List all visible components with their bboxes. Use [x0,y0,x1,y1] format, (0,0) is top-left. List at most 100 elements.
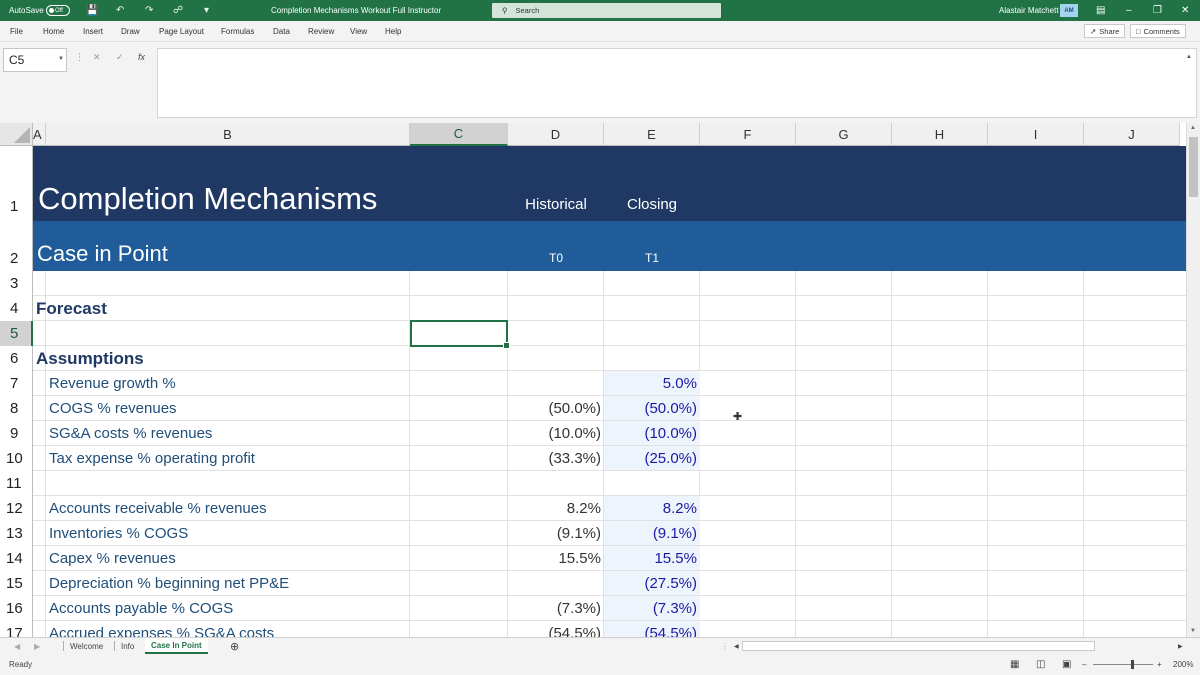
assumption-label[interactable]: SG&A costs % revenues [49,421,212,446]
historical-value[interactable]: 8.2% [508,496,601,521]
tab-view[interactable]: View [350,21,367,42]
row-header-4[interactable]: 4 [0,296,33,321]
ribbon-display-icon[interactable]: ▤ [1096,0,1105,21]
zoom-in-icon[interactable]: + [1157,654,1162,675]
column-header-f[interactable]: F [700,123,796,146]
select-all-corner[interactable] [0,123,33,146]
period-t0[interactable]: T0 [508,246,604,270]
column-header-i[interactable]: I [988,123,1084,146]
sheet-tab-info[interactable]: Info [115,638,140,654]
row-header-9[interactable]: 9 [0,421,33,446]
save-icon[interactable]: 💾 [86,0,98,21]
closing-value[interactable]: (50.0%) [604,396,700,420]
header-closing[interactable]: Closing [604,191,700,217]
worksheet-grid[interactable]: ABCDEFGHIJ 1 2 3 4 5 6 7 8 9 10 11 12 13 14 15 16 17 Com… [0,123,1200,637]
user-name[interactable]: Alastair Matchett [999,0,1059,21]
zoom-level[interactable]: 200% [1173,654,1193,675]
redo-icon[interactable]: ↷ [145,0,153,21]
column-header-j[interactable]: J [1084,123,1180,146]
historical-value[interactable]: (50.0%) [508,396,601,421]
close-icon[interactable]: ✕ [1181,0,1189,21]
tab-page-layout[interactable]: Page Layout [159,21,204,42]
historical-value[interactable]: (7.3%) [508,596,601,621]
closing-value[interactable]: (10.0%) [604,421,700,445]
more-options-icon[interactable]: ⋮ [75,52,84,63]
assumption-label[interactable]: COGS % revenues [49,396,177,421]
vertical-scroll-thumb[interactable] [1189,137,1198,197]
row-header-8[interactable]: 8 [0,396,33,421]
share-button[interactable]: ↗ Share [1084,24,1126,38]
closing-value[interactable]: 5.0% [604,371,700,395]
add-sheet-icon[interactable]: ⊕ [224,638,245,654]
historical-value[interactable]: (9.1%) [508,521,601,546]
zoom-out-icon[interactable]: – [1082,654,1086,675]
tab-data[interactable]: Data [273,21,290,42]
page-break-view-icon[interactable]: ▣ [1062,654,1071,675]
assumption-label[interactable]: Accounts payable % COGS [49,596,233,621]
sheet-subtitle[interactable]: Case in Point [37,238,168,270]
horizontal-scrollbar[interactable] [742,641,1095,651]
column-header-d[interactable]: D [508,123,604,146]
row-header-11[interactable]: 11 [0,471,33,496]
assumption-label[interactable]: Inventories % COGS [49,521,188,546]
minimize-icon[interactable]: – [1126,0,1132,21]
row-header-12[interactable]: 12 [0,496,33,521]
historical-value[interactable] [508,371,601,396]
tab-scroll-left-icon[interactable]: ◀ [8,638,26,654]
column-header-g[interactable]: G [796,123,892,146]
autosave-toggle[interactable]: Off [46,5,70,16]
collapse-formula-bar-icon[interactable]: ▲ [1186,54,1192,60]
restore-icon[interactable]: ❐ [1153,0,1162,21]
tab-scroll-right-icon[interactable]: ▶ [28,638,46,654]
cancel-entry-icon[interactable]: ✕ [93,52,101,63]
zoom-slider-handle[interactable] [1131,660,1134,669]
assumption-label[interactable]: Depreciation % beginning net PP&E [49,571,289,596]
row-header-13[interactable]: 13 [0,521,33,546]
assumption-label[interactable]: Accounts receivable % revenues [49,496,267,521]
row-header-7[interactable]: 7 [0,371,33,396]
tab-help[interactable]: Help [385,21,401,42]
normal-view-icon[interactable]: ▦ [1010,654,1019,675]
sheet-title[interactable]: Completion Mechanisms [38,177,377,221]
chevron-down-icon[interactable]: ▼ [58,56,64,62]
tab-insert[interactable]: Insert [83,21,103,42]
tab-file[interactable]: File [10,21,23,42]
sheet-tab-welcome[interactable]: Welcome [64,638,109,654]
row-header-14[interactable]: 14 [0,546,33,571]
closing-value[interactable]: 15.5% [604,546,700,570]
column-header-b[interactable]: B [46,123,410,146]
section-forecast[interactable]: Forecast [36,296,107,321]
historical-value[interactable] [508,571,601,596]
row-header-2[interactable]: 2 [0,221,33,271]
row-header-1[interactable]: 1 [0,146,33,221]
vertical-scrollbar[interactable]: ▲ ▼ [1186,123,1200,637]
column-header-c[interactable]: C [410,123,508,146]
page-layout-view-icon[interactable]: ◫ [1036,654,1045,675]
period-t1[interactable]: T1 [604,246,700,270]
closing-value[interactable]: (54.5%) [604,621,700,637]
scroll-down-icon[interactable]: ▼ [1190,628,1196,634]
tab-draw[interactable]: Draw [121,21,140,42]
assumption-label[interactable]: Revenue growth % [49,371,176,396]
undo-icon[interactable]: ↶ [116,0,124,21]
historical-value[interactable]: (10.0%) [508,421,601,446]
zoom-slider[interactable] [1093,664,1153,665]
row-header-6[interactable]: 6 [0,346,33,371]
historical-value[interactable]: (54.5%) [508,621,601,637]
closing-value[interactable]: 8.2% [604,496,700,520]
column-header-h[interactable]: H [892,123,988,146]
row-header-10[interactable]: 10 [0,446,33,471]
document-title[interactable]: Completion Mechanisms Workout Full Instr… [271,0,441,21]
tab-review[interactable]: Review [308,21,334,42]
assumption-label[interactable]: Accrued expenses % SG&A costs [49,621,274,637]
comments-button[interactable]: □ Comments [1130,24,1186,38]
column-header-e[interactable]: E [604,123,700,146]
formula-input[interactable] [157,48,1197,118]
touch-mode-icon[interactable]: ☍ [173,0,183,21]
header-historical[interactable]: Historical [508,191,604,217]
assumption-label[interactable]: Capex % revenues [49,546,176,571]
row-header-16[interactable]: 16 [0,596,33,621]
insert-function-icon[interactable]: fx [138,52,145,62]
closing-value[interactable]: (25.0%) [604,446,700,470]
sheet-tab-case-in-point[interactable]: Case In Point [145,638,208,654]
